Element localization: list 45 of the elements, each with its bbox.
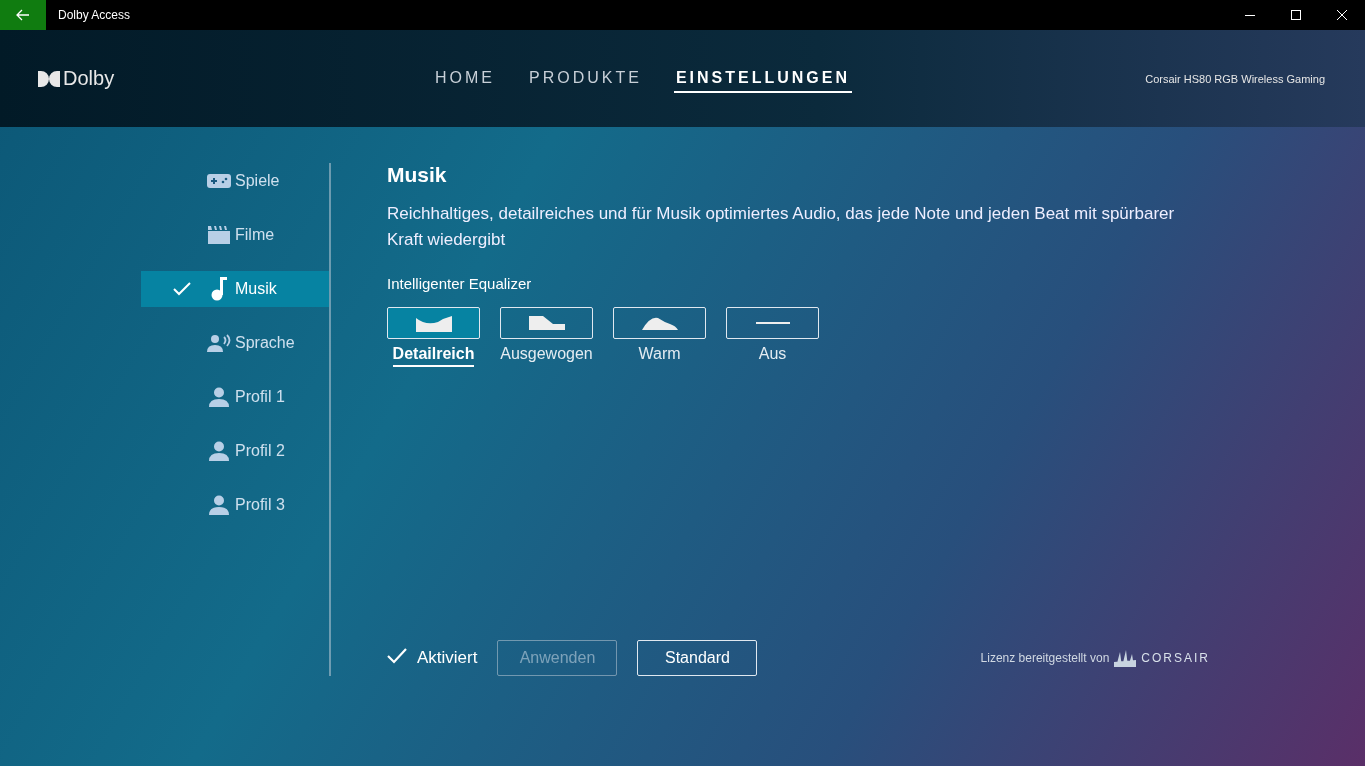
- eq-curve-icon: [528, 314, 565, 332]
- nav-tab[interactable]: EINSTELLUNGEN: [673, 64, 853, 93]
- preset-label: Aus: [758, 345, 787, 364]
- sidebar-item[interactable]: Profil 2: [141, 433, 329, 469]
- brand-text: CORSAIR: [1141, 651, 1210, 665]
- action-button[interactable]: Standard: [637, 640, 758, 676]
- sidebar-item[interactable]: Profil 1: [141, 379, 329, 415]
- sidebar-item[interactable]: Filme: [141, 217, 329, 253]
- sidebar-item[interactable]: Sprache: [141, 325, 329, 361]
- check-icon: [387, 647, 407, 664]
- preset-label: Detailreich: [392, 345, 475, 367]
- nav-tab[interactable]: PRODUKTE: [527, 64, 644, 93]
- equalizer-preset-button[interactable]: [387, 307, 480, 339]
- equalizer-label: Intelligenter Equalizer: [387, 275, 533, 292]
- activated-checkbox[interactable]: Aktiviert: [387, 647, 478, 669]
- section-title: Musik: [387, 163, 448, 187]
- person-icon: [209, 387, 229, 407]
- logo-text: Dolby: [63, 67, 115, 90]
- dolby-logo-icon: [38, 70, 60, 87]
- clapperboard-icon: [208, 226, 230, 244]
- equalizer-preset-button[interactable]: [726, 307, 819, 339]
- sidebar-item[interactable]: Profil 3: [141, 487, 329, 523]
- window-title: Dolby Access: [58, 8, 131, 22]
- back-arrow-icon: [16, 9, 30, 21]
- close-icon: [1337, 10, 1347, 20]
- eq-curve-icon: [415, 314, 452, 332]
- sidebar-item[interactable]: Spiele: [141, 163, 329, 199]
- person-icon: [209, 441, 229, 461]
- sidebar-item[interactable]: Musik: [141, 271, 329, 307]
- back-button[interactable]: [0, 0, 46, 30]
- music-note-icon: [211, 277, 227, 301]
- check-icon: [173, 282, 191, 296]
- person-icon: [209, 495, 229, 515]
- preset-label: Warm: [638, 345, 681, 364]
- maximize-icon: [1291, 10, 1301, 20]
- nav-tab[interactable]: HOME: [433, 64, 497, 93]
- flat-line-icon: [755, 321, 790, 325]
- equalizer-preset-button[interactable]: [613, 307, 706, 339]
- license-text: Lizenz bereitgestellt von: [980, 651, 1110, 665]
- preset-label: Ausgewogen: [500, 345, 593, 364]
- equalizer-preset-button[interactable]: [500, 307, 593, 339]
- gamepad-icon: [207, 174, 231, 188]
- section-description: Reichhaltiges, detailreiches und für Musik optimiertes Audio, das jede Note und jeden Beat mit spürbarer Kraft wiedergibt: [387, 203, 1176, 251]
- device-name: Corsair HS80 RGB Wireless Gaming: [1145, 72, 1325, 85]
- speaking-person-icon: [207, 334, 231, 352]
